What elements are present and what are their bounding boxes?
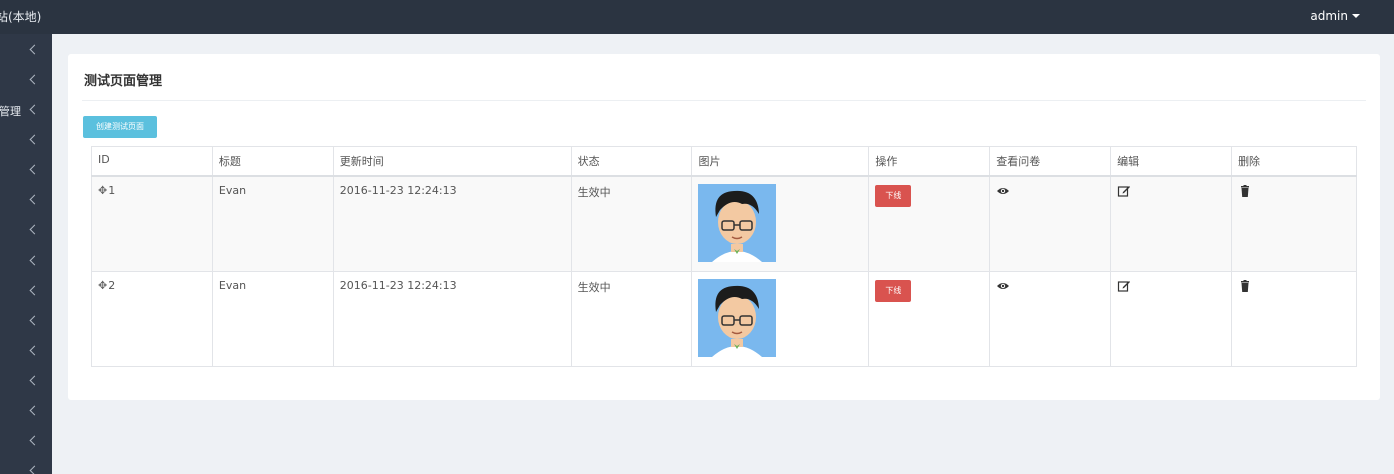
chevron-left-icon	[29, 194, 40, 205]
updated-cell: 2016-11-23 12:24:13	[332, 270, 572, 367]
column-header: 更新时间	[332, 146, 572, 177]
avatar-thumbnail	[698, 184, 777, 262]
column-header: 编辑	[1110, 146, 1233, 177]
sidebar: 管理	[0, 34, 52, 474]
table-header-row: ID 标题 更新时间 状态 图片 操作 查看问卷 编辑 删除	[91, 146, 1357, 177]
sidebar-item[interactable]	[0, 186, 52, 216]
chevron-left-icon	[29, 44, 40, 55]
chevron-left-icon	[29, 164, 40, 175]
sidebar-item[interactable]	[0, 126, 52, 156]
sidebar-item[interactable]	[0, 427, 52, 457]
chevron-left-icon	[29, 375, 40, 386]
eye-icon[interactable]	[996, 279, 1010, 293]
sidebar-item[interactable]	[0, 277, 52, 307]
test-pages-table: ID 标题 更新时间 状态 图片 操作 查看问卷 编辑 删除 ✥1 Evan 2…	[91, 146, 1357, 367]
view-cell	[989, 270, 1112, 367]
action-cell: 下线	[868, 175, 991, 272]
app-title: 站(本地)	[0, 10, 42, 24]
avatar-thumbnail	[698, 278, 777, 357]
sidebar-item[interactable]	[0, 66, 52, 96]
chevron-left-icon	[29, 255, 40, 266]
sidebar-item[interactable]	[0, 156, 52, 186]
arrows-move-icon[interactable]: ✥	[98, 184, 107, 197]
view-cell	[989, 175, 1112, 272]
create-test-page-button[interactable]: 创建测试页面	[83, 116, 157, 138]
caret-down-icon	[1352, 14, 1360, 18]
chevron-left-icon	[29, 285, 40, 296]
edit-icon[interactable]	[1117, 184, 1131, 198]
chevron-left-icon	[29, 405, 40, 416]
delete-cell	[1231, 270, 1357, 367]
title-cell: Evan	[211, 270, 334, 367]
column-header: 操作	[868, 146, 991, 177]
image-cell	[691, 270, 870, 367]
offline-button[interactable]: 下线	[875, 185, 912, 207]
sidebar-item[interactable]	[0, 397, 52, 427]
column-header: 状态	[570, 146, 693, 177]
user-menu[interactable]: admin	[1310, 9, 1360, 23]
trash-icon[interactable]	[1238, 184, 1252, 198]
sidebar-item[interactable]	[0, 307, 52, 337]
updated-cell: 2016-11-23 12:24:13	[332, 175, 572, 272]
chevron-left-icon	[29, 435, 40, 446]
divider	[82, 100, 1366, 101]
sidebar-item[interactable]	[0, 337, 52, 367]
edit-cell	[1110, 270, 1233, 367]
row-id: 1	[108, 184, 116, 197]
chevron-left-icon	[29, 224, 40, 235]
status-cell: 生效中	[570, 175, 693, 272]
column-header: 标题	[211, 146, 334, 177]
id-cell: ✥1	[91, 175, 213, 272]
sidebar-item-label: 管理	[0, 105, 21, 118]
offline-button[interactable]: 下线	[875, 279, 912, 302]
action-cell: 下线	[868, 270, 991, 367]
chevron-left-icon	[29, 74, 40, 85]
title-cell: Evan	[211, 175, 334, 272]
sidebar-item[interactable]	[0, 457, 52, 474]
sidebar-item[interactable]: 管理	[0, 96, 52, 126]
column-header: 图片	[691, 146, 870, 177]
sidebar-item[interactable]	[0, 216, 52, 246]
column-header: 删除	[1231, 146, 1357, 177]
chevron-left-icon	[29, 134, 40, 145]
trash-icon[interactable]	[1238, 279, 1252, 293]
image-cell	[691, 175, 870, 272]
sidebar-item[interactable]	[0, 247, 52, 277]
column-header: 查看问卷	[989, 146, 1112, 177]
edit-cell	[1110, 175, 1233, 272]
top-navbar: 站(本地) admin	[0, 0, 1394, 34]
chevron-left-icon	[29, 465, 40, 474]
table-row: ✥2 Evan 2016-11-23 12:24:13 生效中 下线	[91, 270, 1357, 367]
user-name: admin	[1310, 9, 1348, 23]
page-title: 测试页面管理	[84, 74, 163, 89]
row-id: 2	[108, 278, 116, 292]
column-header: ID	[91, 146, 213, 177]
content-panel: 测试页面管理 创建测试页面 ID 标题 更新时间 状态 图片 操作 查看问卷 编…	[68, 54, 1380, 400]
arrows-move-icon[interactable]: ✥	[98, 279, 107, 292]
eye-icon[interactable]	[996, 184, 1010, 198]
delete-cell	[1231, 175, 1357, 272]
edit-icon[interactable]	[1117, 279, 1131, 293]
table-row: ✥1 Evan 2016-11-23 12:24:13 生效中 下线	[91, 175, 1357, 272]
chevron-left-icon	[29, 104, 40, 115]
id-cell: ✥2	[91, 270, 213, 367]
sidebar-item[interactable]	[0, 36, 52, 66]
sidebar-item[interactable]	[0, 367, 52, 397]
chevron-left-icon	[29, 315, 40, 326]
chevron-left-icon	[29, 345, 40, 356]
status-cell: 生效中	[570, 270, 693, 367]
